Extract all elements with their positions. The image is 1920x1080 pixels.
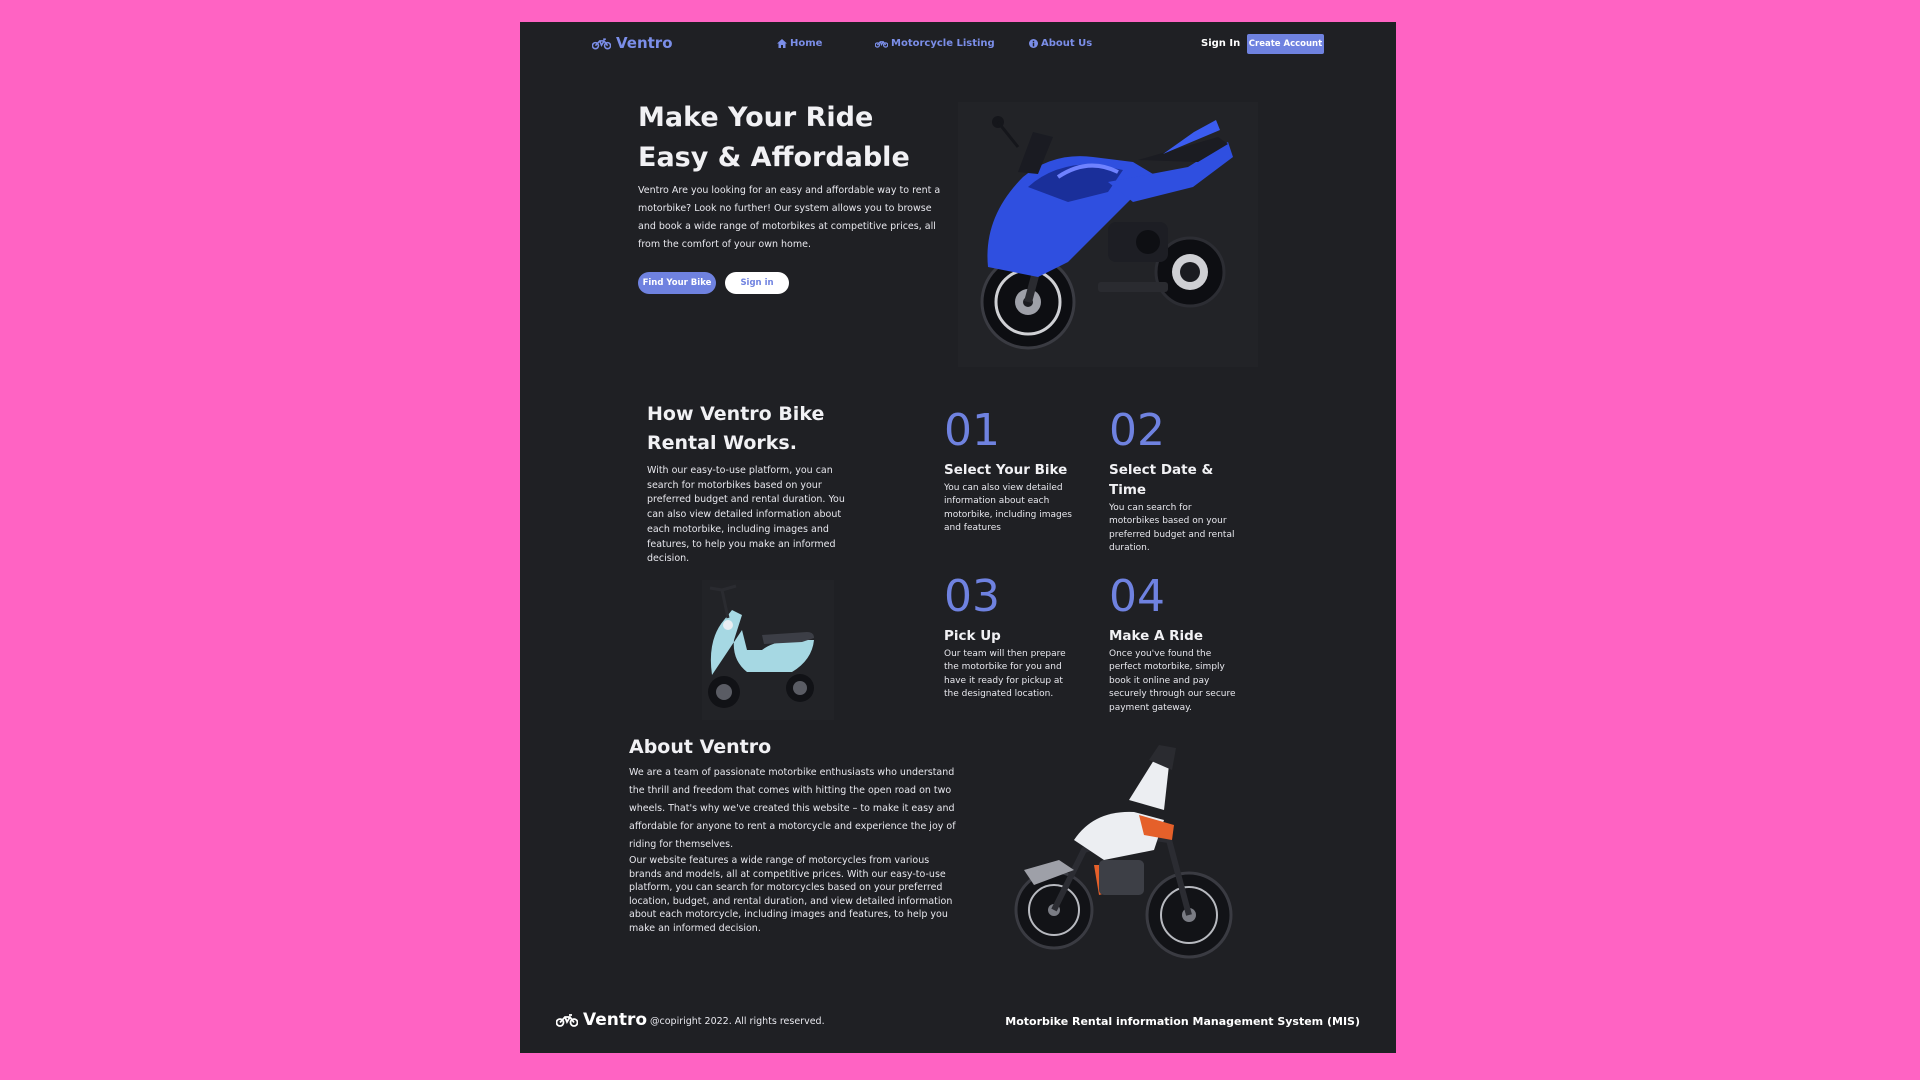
how-title-line2: Rental Works.	[647, 432, 797, 454]
scooter-image	[702, 580, 834, 720]
step-card-2: 02 Select Date & Time You can search for…	[1109, 408, 1239, 556]
motorcycle-icon	[592, 37, 611, 49]
how-it-works-section: How Ventro Bike Rental Works. With our e…	[647, 400, 859, 567]
step-description: You can also view detailed information a…	[944, 483, 1072, 534]
nav-link-label: About Us	[1041, 38, 1093, 49]
nav-link-label: Motorcycle Listing	[891, 38, 995, 49]
step-description: Our team will then prepare the motorbike…	[944, 649, 1066, 700]
hero-sign-in-button[interactable]: Sign in	[725, 272, 789, 294]
step-number: 02	[1109, 405, 1165, 456]
footer-system-name: Motorbike Rental information Management …	[1005, 1015, 1360, 1028]
step-number: 03	[944, 571, 1000, 622]
about-section: About Ventro We are a team of passionate…	[629, 736, 964, 935]
motorcycle-icon	[875, 41, 888, 48]
about-title: About Ventro	[629, 736, 772, 758]
nav-link-motorcycle-listing[interactable]: Motorcycle Listing	[875, 38, 995, 49]
dirt-bike-image	[1004, 740, 1246, 974]
footer-brand-name: Ventro	[583, 1010, 648, 1030]
create-account-button[interactable]: Create Account	[1247, 34, 1324, 54]
step-number: 01	[944, 405, 1000, 456]
step-description: You can search for motorbikes based on y…	[1109, 503, 1235, 554]
step-title: Select Date & Time	[1109, 462, 1214, 498]
hero-title-line2: Easy & Affordable	[638, 142, 910, 173]
hero-description: Ventro Are you looking for an easy and a…	[638, 185, 941, 250]
hero-title: Make Your Ride Easy & Affordable	[638, 98, 948, 178]
step-title: Select Your Bike	[944, 462, 1068, 478]
motorcycle-icon	[556, 1014, 578, 1027]
how-it-works-title: How Ventro Bike Rental Works.	[647, 400, 859, 458]
footer-brand-logo[interactable]: Ventro	[556, 1010, 647, 1030]
step-description: Once you've found the perfect motorbike,…	[1109, 649, 1236, 713]
step-title: Make A Ride	[1109, 628, 1204, 644]
info-icon	[1029, 39, 1038, 48]
step-title: Pick Up	[944, 628, 1001, 644]
step-number: 04	[1109, 571, 1165, 622]
page-container: Ventro Home Motorcycle Listing About Us …	[520, 22, 1396, 1053]
home-icon	[777, 39, 787, 48]
hero-motorbike-image	[958, 102, 1258, 367]
hero-title-line1: Make Your Ride	[638, 102, 874, 133]
step-card-4: 04 Make A Ride Once you've found the per…	[1109, 574, 1244, 715]
nav-brand-name: Ventro	[616, 34, 673, 52]
how-it-works-description: With our easy-to-use platform, you can s…	[647, 465, 845, 565]
step-card-1: 01 Select Your Bike You can also view de…	[944, 408, 1074, 536]
nav-link-label: Home	[790, 38, 823, 49]
nav-sign-in-link[interactable]: Sign In	[1201, 38, 1240, 49]
nav-link-about-us[interactable]: About Us	[1029, 38, 1092, 49]
how-title-line1: How Ventro Bike	[647, 403, 825, 425]
about-paragraph-2: Our website features a wide range of mot…	[629, 855, 953, 934]
nav-brand-logo[interactable]: Ventro	[592, 34, 673, 52]
step-card-3: 03 Pick Up Our team will then prepare th…	[944, 574, 1074, 702]
nav-link-home[interactable]: Home	[777, 38, 822, 49]
hero-section: Make Your Ride Easy & Affordable Ventro …	[638, 98, 948, 254]
find-your-bike-button[interactable]: Find Your Bike	[638, 272, 716, 294]
copyright-text: @copiright 2022. All rights reserved.	[650, 1016, 825, 1027]
about-paragraph-1: We are a team of passionate motorbike en…	[629, 767, 956, 850]
